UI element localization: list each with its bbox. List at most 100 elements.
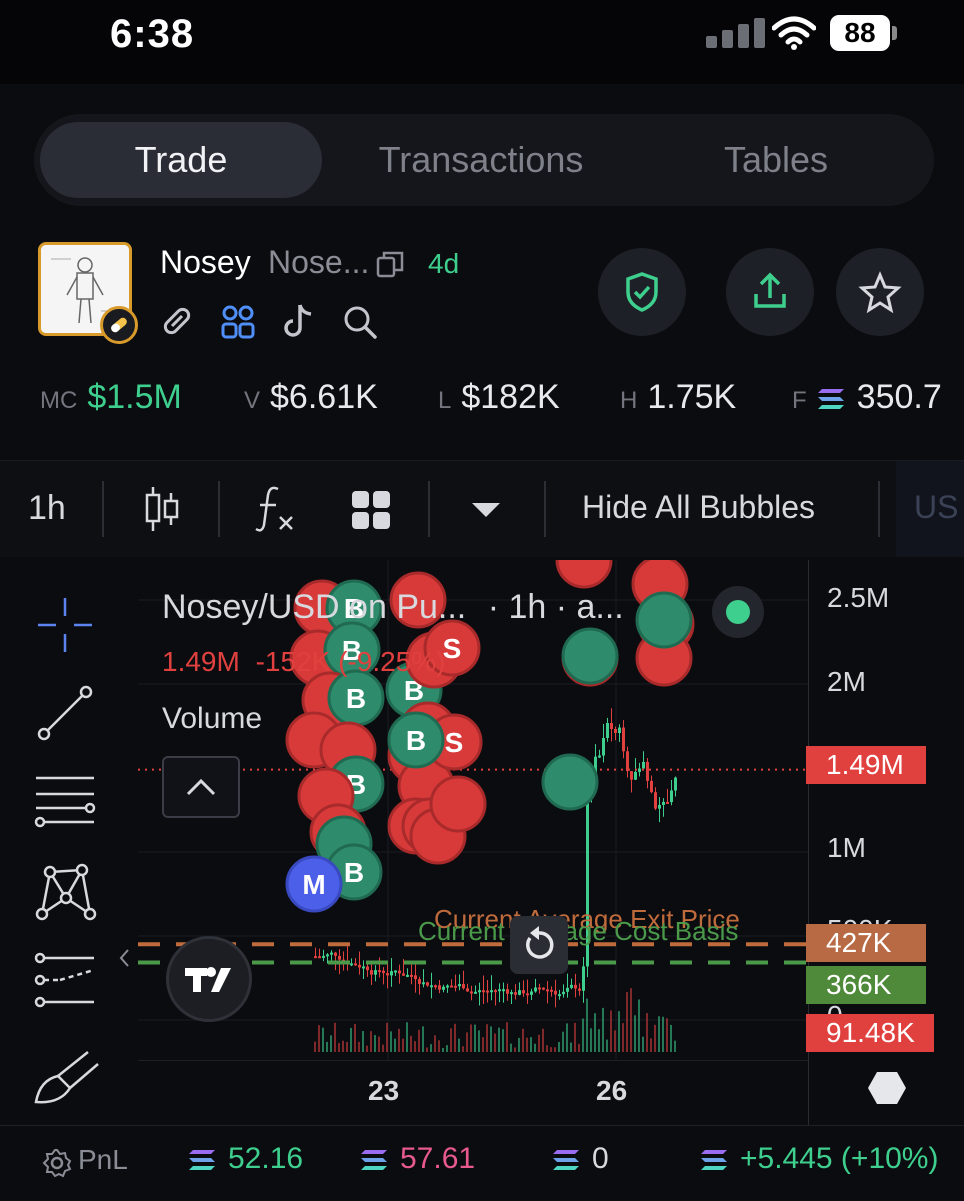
hide-bubbles-button[interactable]: Hide All Bubbles (582, 489, 815, 526)
stat-label: H (620, 387, 638, 414)
candle-body (658, 804, 661, 809)
candle-body (650, 780, 653, 793)
trade-bubble: B (387, 711, 445, 769)
volume-bar (646, 1013, 648, 1052)
volume-bar (670, 1024, 672, 1052)
brush-icon[interactable] (32, 1046, 102, 1106)
hexagon-settings-icon[interactable] (867, 1070, 907, 1106)
candle-body (622, 727, 625, 752)
pair-title: Nosey/USD on Pu... (162, 588, 467, 626)
solana-icon (817, 389, 844, 410)
volume-bar (634, 1015, 636, 1052)
volume-bar (382, 1044, 384, 1052)
indicators-icon[interactable] (254, 483, 298, 533)
copy-icon[interactable] (376, 250, 404, 278)
candle-body (514, 992, 517, 995)
candle-body (454, 985, 457, 988)
stat-value: $6.61K (270, 378, 378, 416)
volume-bar (490, 1026, 492, 1052)
candle-body (510, 992, 513, 995)
volume-bar (526, 1037, 528, 1052)
candle-body (518, 990, 521, 995)
link-icon[interactable] (160, 304, 194, 338)
time-axis[interactable]: 23 26 (138, 1060, 808, 1126)
reset-chart-button[interactable] (510, 916, 568, 974)
volume-bar (470, 1024, 472, 1052)
chart-last-price: 1.49M (162, 646, 240, 677)
trade-bubble-label: S (445, 727, 464, 758)
volume-bar (450, 1028, 452, 1052)
solana-icon (553, 1150, 579, 1171)
volume-legend: Volume (162, 702, 263, 735)
volume-bar (618, 1011, 620, 1052)
candle-body (602, 738, 605, 756)
chevron-down-icon[interactable] (470, 501, 502, 519)
candle-body (618, 727, 621, 733)
signal-bar (738, 24, 749, 48)
candle-body (446, 985, 449, 988)
trend-line-icon[interactable] (36, 684, 94, 742)
layout-grid-icon[interactable] (350, 489, 392, 531)
tab-transactions[interactable]: Transactions (334, 122, 628, 198)
volume-bar (402, 1038, 404, 1052)
volume-bar (394, 1038, 396, 1052)
volume-bar (390, 1031, 392, 1052)
candle-body (490, 990, 493, 993)
crosshair-icon[interactable] (36, 596, 94, 654)
signal-bar (754, 18, 765, 48)
tab-trade[interactable]: Trade (40, 122, 322, 198)
forecast-icon[interactable] (32, 950, 98, 1012)
token-symbol: Nose... (268, 244, 370, 280)
candle-body (670, 790, 673, 803)
status-bar: 6:38 88 (0, 0, 964, 84)
collapse-arrow-icon[interactable] (118, 946, 130, 970)
pattern-icon[interactable] (34, 860, 98, 922)
candle-body (414, 975, 417, 980)
volume-bar (346, 1041, 348, 1052)
community-icon[interactable] (220, 304, 256, 340)
horizontal-lines-icon[interactable] (32, 772, 98, 830)
search-icon[interactable] (342, 304, 378, 340)
favorite-button[interactable] (836, 248, 924, 336)
share-button[interactable] (726, 248, 814, 336)
candle-body (598, 755, 601, 758)
candle-body (374, 970, 377, 975)
currency-toggle[interactable]: US (896, 461, 964, 557)
token-name: Nosey (160, 244, 251, 280)
trade-bubble: B (327, 669, 385, 727)
candle-body (582, 966, 585, 991)
solana-icon (189, 1150, 215, 1171)
battery-tip (892, 26, 897, 40)
volume-bar (366, 1045, 368, 1052)
candle-body (358, 964, 361, 968)
security-button[interactable] (598, 248, 686, 336)
volume-bar (638, 999, 640, 1052)
volume-bar (414, 1041, 416, 1052)
tiktok-icon[interactable] (282, 302, 316, 340)
trade-bubble-label: B (344, 857, 364, 888)
volume-bar (662, 1016, 664, 1052)
candlestick-icon[interactable] (142, 485, 182, 533)
pnl-sold: 57.61 (360, 1142, 475, 1176)
y-tick: 2M (827, 666, 866, 697)
settings-gear-icon[interactable] (42, 1148, 72, 1178)
cost-basis-tag: 366K (806, 966, 926, 1004)
tradingview-logo-button[interactable] (166, 936, 252, 1022)
stat-liquidity: L $182K (438, 378, 560, 417)
candle-body (646, 761, 649, 781)
price-chart[interactable]: BBBBBBSSBM Nosey/USD on Pu... · 1h · a..… (138, 560, 808, 1060)
collapse-legend-button[interactable] (162, 756, 240, 818)
volume-bar (546, 1045, 548, 1052)
candle-body (642, 761, 645, 769)
tab-tables[interactable]: Tables (634, 122, 918, 198)
candle-body (314, 956, 317, 959)
star-icon (858, 271, 902, 314)
chart-legend: Nosey/USD on Pu... · 1h · a... (162, 588, 624, 627)
volume-bar (562, 1031, 564, 1052)
interval-selector[interactable]: 1h (28, 489, 66, 528)
candle-body (554, 990, 557, 995)
volume-bar (586, 998, 588, 1052)
candle-body (558, 994, 561, 997)
candle-body (666, 801, 669, 804)
trade-bubble (635, 591, 693, 649)
